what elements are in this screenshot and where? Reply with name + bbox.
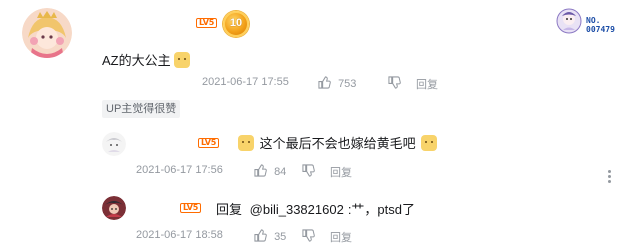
more-options-icon[interactable] (608, 170, 612, 185)
fan-medal-icon[interactable]: 10 (223, 11, 249, 37)
reply-avatar[interactable] (102, 132, 126, 156)
dislike-button[interactable] (388, 76, 401, 90)
nft-number: 007479 (586, 25, 615, 34)
comment-time: 2021-06-17 17:55 (202, 76, 289, 88)
reply-button[interactable]: 回复 (330, 229, 352, 245)
level-badge: LV5 (196, 18, 218, 28)
like-button[interactable]: 35 (254, 229, 286, 243)
reply-text: 这个最后不会也嫁给黄毛吧 (238, 133, 438, 152)
reply-meta: 2021-06-17 18:58 (136, 229, 223, 241)
avatar-image (102, 196, 126, 220)
reply-time: 2021-06-17 17:56 (136, 164, 223, 176)
reply-content: :艹，ptsd了 (347, 202, 415, 217)
nft-avatar-icon[interactable] (556, 8, 582, 34)
like-button[interactable]: 84 (254, 164, 286, 178)
reply-meta: 2021-06-17 17:56 (136, 164, 223, 176)
reply-button[interactable]: 回复 (416, 76, 438, 92)
reply-button[interactable]: 回复 (330, 164, 352, 180)
thumbs-down-icon (302, 164, 315, 177)
reply-avatar[interactable] (102, 196, 126, 220)
avatar-image (102, 132, 126, 156)
dog-face-emoji-icon (174, 52, 191, 68)
like-button[interactable]: 753 (318, 76, 356, 90)
thumbs-up-icon (318, 76, 331, 89)
dog-face-emoji-icon (421, 135, 438, 151)
nft-badge: NO. 007479 (586, 16, 615, 34)
reply-prefix: 回复 (216, 202, 243, 217)
reply-time: 2021-06-17 18:58 (136, 229, 223, 241)
like-count: 753 (338, 78, 357, 90)
level-badge: LV5 (180, 203, 202, 213)
thumbs-down-icon (388, 76, 401, 89)
level-badge: LV5 (198, 138, 220, 148)
thumbs-down-icon (302, 229, 315, 242)
dislike-button[interactable] (302, 164, 315, 178)
mention-link[interactable]: @bili_33821602 (250, 202, 344, 217)
like-count: 35 (274, 231, 287, 243)
dislike-button[interactable] (302, 229, 315, 243)
comment-content: AZ的大公主 (102, 53, 171, 68)
reply-content: 这个最后不会也嫁给黄毛吧 (259, 136, 416, 151)
avatar-image (22, 8, 72, 58)
nft-label: NO. (586, 16, 601, 25)
up-liked-tag: UP主觉得很赞 (102, 100, 181, 118)
user-avatar[interactable] (22, 8, 72, 58)
comment-meta: 2021-06-17 17:55 (202, 76, 289, 88)
thumbs-up-icon (254, 164, 267, 177)
comment-text: AZ的大公主 (102, 50, 191, 69)
reply-text: 回复 @bili_33821602:艹，ptsd了 (216, 199, 415, 218)
dog-face-emoji-icon (238, 135, 254, 151)
thumbs-up-icon (254, 229, 267, 242)
like-count: 84 (274, 166, 287, 178)
medal-number: 10 (229, 17, 243, 29)
